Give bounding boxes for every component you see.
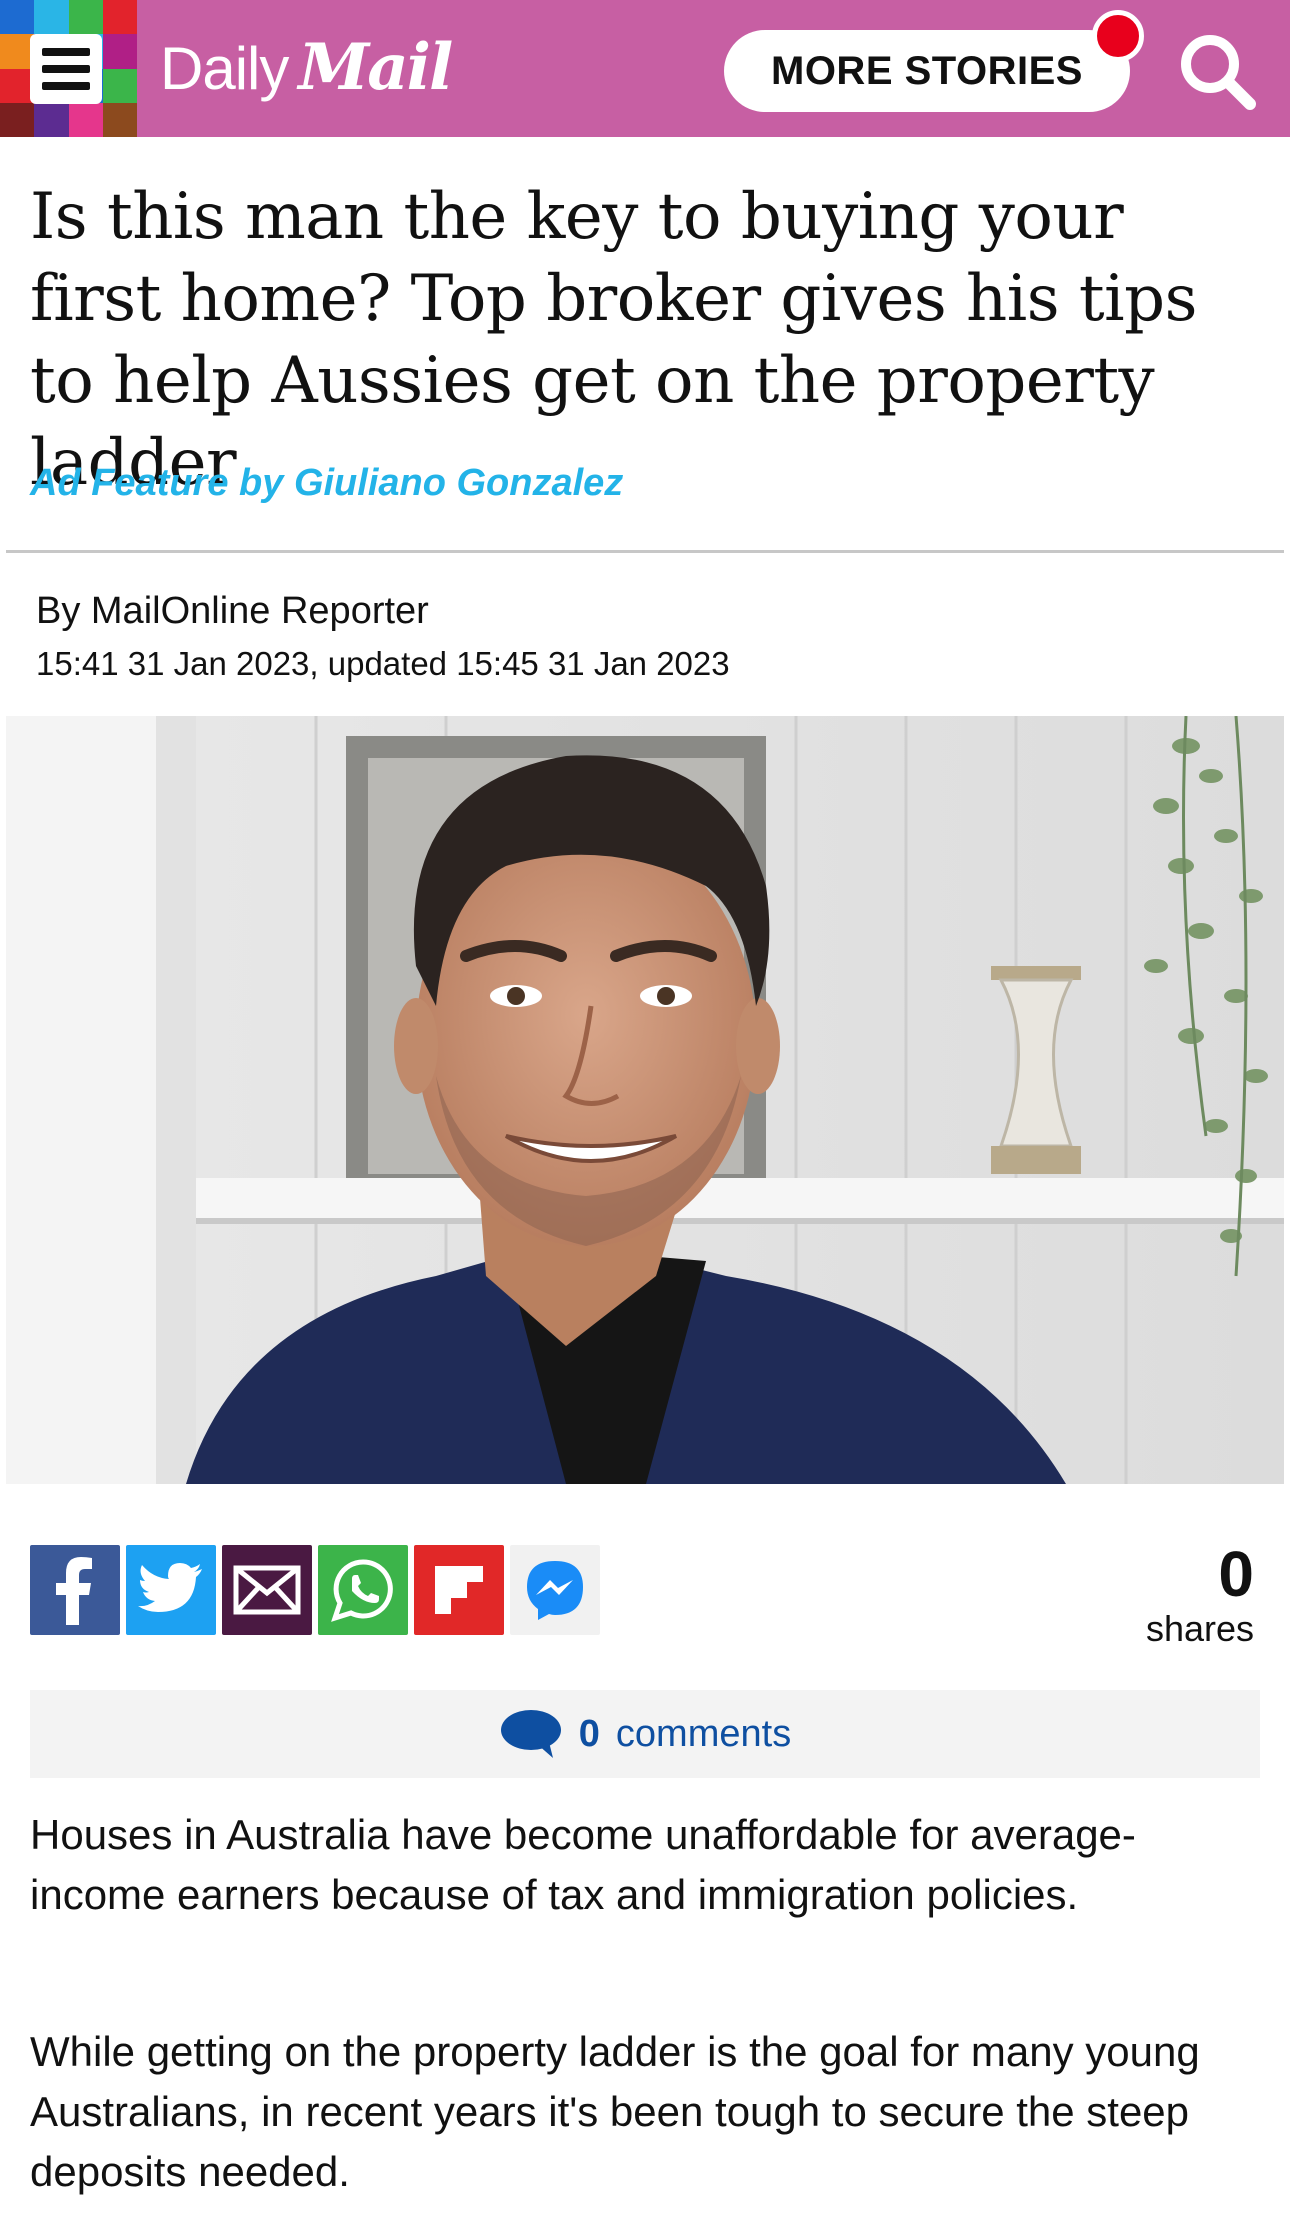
article-hero-image[interactable] [6,716,1284,1484]
ad-feature-label[interactable]: Ad Feature by Giuliano Gonzalez [30,462,623,505]
comments-count: 0 [578,1712,600,1755]
comments-label: comments [615,1712,792,1755]
twitter-icon [138,1563,202,1612]
more-stories-button[interactable]: MORE STORIES [724,30,1130,112]
whatsapp-icon [331,1559,393,1622]
article-headline: Is this man the key to buying your first… [30,180,1197,500]
logo-tile [102,68,137,103]
share-count-value: 0 [1218,1538,1254,1610]
divider [6,550,1284,553]
logo-tile [34,102,69,137]
notification-dot [1092,10,1144,62]
logo-tile [0,102,35,137]
facebook-icon [56,1557,92,1625]
logo-tile [102,102,137,137]
hamburger-menu-icon[interactable] [30,34,102,104]
messenger-share-button[interactable] [510,1545,600,1635]
logo-tile [34,0,69,35]
flipboard-icon [435,1566,483,1614]
comment-bubble-icon [500,1710,561,1758]
logo-tile [68,0,103,35]
site-header: Daily Mail MORE STORIES [0,0,1290,137]
share-count: 0 shares [1146,1542,1254,1650]
share-buttons [30,1545,600,1635]
flipboard-share-button[interactable] [414,1545,504,1635]
search-icon[interactable] [1174,28,1258,112]
logo-tile [68,102,103,137]
publish-timestamp: 15:41 31 Jan 2023, updated 15:45 31 Jan … [36,645,730,682]
article-paragraph: While getting on the property ladder is … [30,2028,1200,2195]
portrait-photo [6,716,1284,1484]
logo-daily-text: Daily [160,35,289,102]
logo-tile [102,34,137,69]
twitter-share-button[interactable] [126,1545,216,1635]
logo-tile [0,0,35,35]
comments-link[interactable]: 0 comments [30,1690,1260,1778]
whatsapp-share-button[interactable] [318,1545,408,1635]
logo-mail-text: Mail [298,30,453,105]
article-paragraph: Houses in Australia have become unafford… [30,1811,1136,1918]
email-share-button[interactable] [222,1545,312,1635]
site-logo[interactable]: Daily Mail [160,30,453,110]
logo-tile [102,0,137,35]
email-icon [233,1565,301,1615]
facebook-share-button[interactable] [30,1545,120,1635]
author-byline: By MailOnline Reporter [36,590,429,632]
messenger-icon [527,1561,583,1620]
share-count-label: shares [1145,1608,1254,1649]
